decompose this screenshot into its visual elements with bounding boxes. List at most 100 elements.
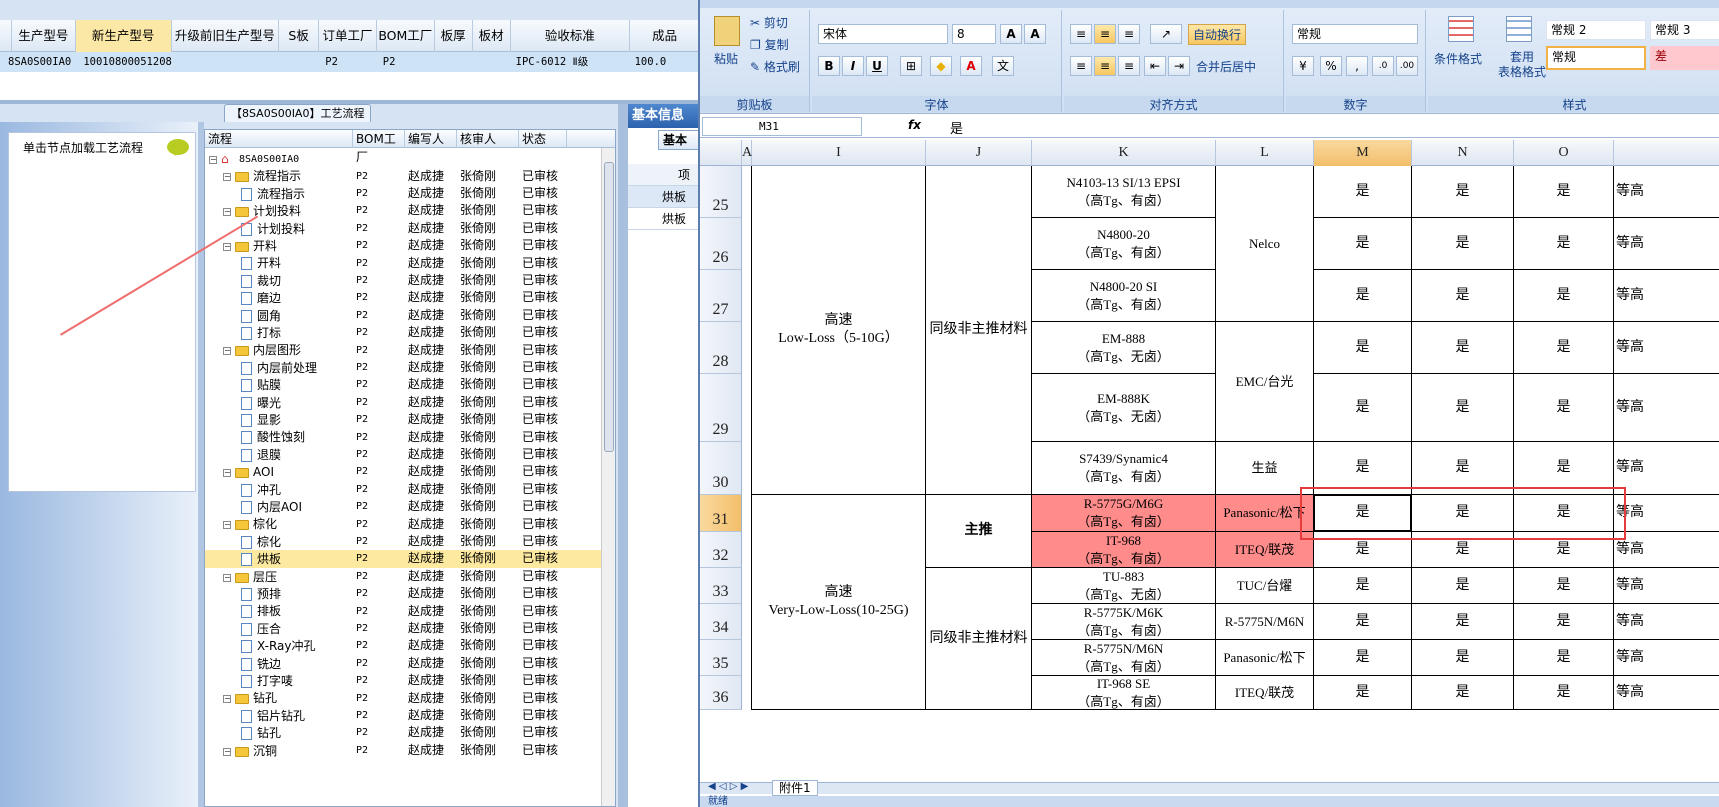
value-cell-n[interactable]: 是 — [1412, 640, 1514, 676]
vendor-cell[interactable]: Panasonic/松下 — [1216, 640, 1314, 676]
tree-node[interactable]: − 开料 — [205, 237, 353, 254]
tree-row[interactable]: 打字唛 P2 赵成捷 张倚刚 已审核 — [205, 672, 601, 689]
value-cell-o[interactable]: 是 — [1514, 218, 1614, 270]
value-cell-m[interactable]: 是 — [1314, 640, 1412, 676]
tree-node[interactable]: 内层AOI — [205, 498, 353, 515]
value-cell-n[interactable]: 是 — [1412, 374, 1514, 442]
formula-input[interactable]: 是 — [950, 118, 963, 137]
tree-row[interactable]: 压合 P2 赵成捷 张倚刚 已审核 — [205, 620, 601, 637]
tree-row[interactable]: 开料 P2 赵成捷 张倚刚 已审核 — [205, 254, 601, 271]
expand-toggle-icon[interactable]: − — [223, 243, 231, 251]
column-header-o[interactable]: O — [1514, 140, 1614, 166]
align-right-button[interactable]: ≡ — [1118, 56, 1140, 76]
row-header-36[interactable]: 36 — [700, 676, 742, 710]
row-header-31[interactable]: 31 — [700, 495, 742, 532]
value-cell-o[interactable]: 是 — [1514, 568, 1614, 604]
tree-row[interactable]: 冲孔 P2 赵成捷 张倚刚 已审核 — [205, 481, 601, 498]
tree-row[interactable]: 圆角 P2 赵成捷 张倚刚 已审核 — [205, 307, 601, 324]
expand-toggle-icon[interactable]: − — [209, 156, 217, 164]
worksheet[interactable]: AIJKLMNO 25 26 27 28 29 30 31 32 33 34 35 36 高速 Low-… — [700, 140, 1719, 782]
row-header-35[interactable]: 35 — [700, 640, 742, 676]
style-normal[interactable]: 常规 — [1546, 46, 1646, 70]
column-header-i[interactable]: I — [752, 140, 926, 166]
expand-toggle-icon[interactable]: − — [223, 469, 231, 478]
value-cell-o[interactable]: 是 — [1514, 640, 1614, 676]
row-header-29[interactable]: 29 — [700, 374, 742, 442]
column-header[interactable]: 验收标准 — [511, 20, 631, 52]
column-header[interactable]: 升级前旧生产型号 — [172, 20, 280, 52]
expand-toggle-icon[interactable]: − — [223, 208, 231, 217]
basic-info-row[interactable]: 烘板 — [628, 186, 700, 208]
expand-toggle-icon[interactable]: − — [223, 573, 231, 582]
material-cell[interactable]: EM-888K （高Tg、无卤） — [1032, 374, 1216, 442]
grid-cell[interactable]: IPC-6012 Ⅱ级 — [512, 52, 631, 72]
grid-cell[interactable]: P2 — [321, 52, 379, 72]
number-format-combo[interactable]: 常规 — [1292, 24, 1418, 44]
tree-node[interactable]: 冲孔 — [205, 481, 353, 498]
material-cell[interactable]: IT-968 SE （高Tg、有卤） — [1032, 676, 1216, 710]
tree-row[interactable]: 棕化 P2 赵成捷 张倚刚 已审核 — [205, 533, 601, 550]
tree-node[interactable]: 酸性蚀刻 — [205, 428, 353, 445]
tree-row[interactable]: 显影 P2 赵成捷 张倚刚 已审核 — [205, 411, 601, 428]
column-header[interactable]: BOM工厂 — [377, 20, 435, 52]
align-left-button[interactable]: ≡ — [1070, 56, 1092, 76]
underline-button[interactable]: U — [866, 56, 888, 76]
main-push-cell[interactable]: 主推 — [926, 495, 1032, 568]
partial-cell-p[interactable]: 等高 — [1614, 640, 1719, 676]
tree-node[interactable]: 棕化 — [205, 533, 353, 550]
expand-toggle-icon[interactable]: − — [223, 521, 231, 530]
tree-node[interactable]: 打字唛 — [205, 672, 353, 689]
table-format-button[interactable]: 套用 表格格式 — [1498, 50, 1546, 80]
material-cell[interactable]: EM-888 （高Tg、无卤） — [1032, 322, 1216, 374]
wrap-text-button[interactable]: 自动换行 — [1188, 24, 1247, 45]
borders-button[interactable]: ⊞ — [900, 56, 922, 76]
tree-scrollbar[interactable] — [601, 148, 615, 806]
tree-node[interactable]: 打标 — [205, 324, 353, 341]
tree-row[interactable]: 裁切 P2 赵成捷 张倚刚 已审核 — [205, 272, 601, 289]
percent-button[interactable]: % — [1320, 56, 1342, 76]
tree-row[interactable]: − 沉铜 P2 赵成捷 张倚刚 已审核 — [205, 742, 601, 759]
tree-row[interactable]: 预排 P2 赵成捷 张倚刚 已审核 — [205, 585, 601, 602]
tree-node[interactable]: 排板 — [205, 602, 353, 619]
tree-node[interactable]: 裁切 — [205, 272, 353, 289]
partial-cell-p[interactable]: 等高 — [1614, 495, 1719, 532]
row-header-33[interactable]: 33 — [700, 568, 742, 604]
column-header[interactable]: 板材 — [473, 20, 511, 52]
grid-cell[interactable] — [282, 52, 322, 72]
tree-row[interactable]: − 钻孔 P2 赵成捷 张倚刚 已审核 — [205, 689, 601, 706]
tree-row[interactable]: 磨边 P2 赵成捷 张倚刚 已审核 — [205, 289, 601, 306]
speed-very-low-loss-cell[interactable]: 高速 Very-Low-Loss(10-25G) — [752, 495, 926, 710]
column-header[interactable]: 生产型号 — [12, 20, 76, 52]
tree-row[interactable]: 退膜 P2 赵成捷 张倚刚 已审核 — [205, 446, 601, 463]
value-cell-o[interactable]: 是 — [1514, 374, 1614, 442]
tree-node[interactable]: 预排 — [205, 585, 353, 602]
vendor-cell[interactable]: TUC/台燿 — [1216, 568, 1314, 604]
tree-row[interactable]: X-Ray冲孔 P2 赵成捷 张倚刚 已审核 — [205, 637, 601, 654]
partial-cell-p[interactable]: 等高 — [1614, 442, 1719, 495]
row-header-27[interactable]: 27 — [700, 270, 742, 322]
partial-cell-p[interactable]: 等高 — [1614, 604, 1719, 640]
expand-toggle-icon[interactable]: − — [223, 173, 231, 182]
increase-indent-button[interactable]: ⇥ — [1168, 56, 1190, 76]
column-header-n[interactable]: N — [1412, 140, 1514, 166]
value-cell-m[interactable]: 是 — [1314, 676, 1412, 710]
partial-cell-p[interactable]: 等高 — [1614, 532, 1719, 568]
speed-low-loss-cell[interactable]: 高速 Low-Loss（5-10G） — [752, 166, 926, 495]
column-header[interactable]: 成品 — [630, 20, 700, 52]
material-cell[interactable]: N4800-20 SI （高Tg、有卤） — [1032, 270, 1216, 322]
partial-cell-p[interactable]: 等高 — [1614, 218, 1719, 270]
column-header[interactable]: 新生产型号 — [75, 20, 172, 52]
tree-node[interactable]: 内层前处理 — [205, 359, 353, 376]
tree-column-header[interactable]: BOM工厂 — [353, 130, 405, 164]
tree-node[interactable]: 钻孔 — [205, 724, 353, 741]
basic-info-row[interactable]: 烘板 — [628, 208, 700, 230]
tree-scroll-thumb[interactable] — [604, 162, 614, 452]
column-header[interactable]: 订单工厂 — [319, 20, 377, 52]
paste-button[interactable]: 粘贴 — [714, 50, 738, 67]
tree-node[interactable]: − 内层图形 — [205, 341, 353, 358]
value-cell-m[interactable]: 是 — [1314, 604, 1412, 640]
value-cell-m[interactable]: 是 — [1314, 568, 1412, 604]
fill-color-button[interactable]: ◆ — [930, 56, 952, 76]
value-cell-m[interactable]: 是 — [1314, 322, 1412, 374]
tree-node[interactable]: 铣边 — [205, 655, 353, 672]
